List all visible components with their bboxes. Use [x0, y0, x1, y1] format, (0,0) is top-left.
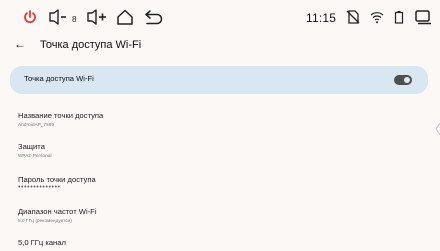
recent-apps-icon	[415, 10, 431, 25]
wifi-indicator	[370, 0, 384, 34]
row-title: Диапазон частот Wi-Fi	[18, 207, 97, 216]
no-sim-icon	[346, 10, 360, 24]
row-title: Защита	[18, 142, 45, 151]
battery-icon	[394, 11, 404, 24]
settings-row-5ghz-channel[interactable]: 5,0 ГГц канал	[18, 238, 418, 248]
row-subtitle: 5,0 ГГц (рекомендуется)	[18, 218, 73, 223]
power-icon	[24, 10, 36, 24]
row-title: 5,0 ГГц канал	[18, 238, 66, 247]
row-title: Название точки доступа	[18, 111, 104, 120]
back-nav-button[interactable]	[144, 0, 164, 34]
back-arrow-icon[interactable]: ←	[14, 37, 26, 51]
volume-down-button[interactable]	[48, 0, 68, 34]
row-subtitle: WPA2-Personal	[18, 153, 52, 158]
wifi-icon	[370, 12, 384, 24]
page-title: Точка доступа Wi-Fi	[40, 39, 142, 51]
volume-level: 8	[72, 15, 77, 24]
page-header: ← Точка доступа Wi-Fi	[0, 34, 440, 58]
status-bar: 8 11:15	[0, 0, 440, 34]
row-subtitle: AndroidAP_7599	[18, 122, 55, 127]
hotspot-switch[interactable]	[394, 75, 412, 85]
no-sim-indicator	[346, 0, 360, 34]
settings-row-security[interactable]: Защита WPA2-Personal	[18, 142, 418, 160]
battery-indicator	[394, 0, 404, 34]
settings-row-wifi-band[interactable]: Диапазон частот Wi-Fi 5,0 ГГц (рекоменду…	[18, 207, 418, 225]
volume-down-icon	[49, 9, 66, 25]
row-title: Пароль точки доступа	[18, 175, 96, 184]
switch-thumb	[404, 77, 410, 83]
edge-panel-handle[interactable]	[434, 122, 440, 136]
volume-up-button[interactable]	[86, 0, 108, 34]
password-dots: ••••••••••••••	[18, 184, 61, 191]
clock: 11:15	[306, 11, 337, 25]
power-button[interactable]	[22, 0, 38, 34]
recent-apps-button[interactable]	[414, 0, 432, 34]
volume-up-icon	[87, 9, 106, 25]
hotspot-toggle-label: Точка доступа Wi-Fi	[24, 74, 94, 83]
back-icon	[145, 10, 163, 25]
settings-row-password[interactable]: Пароль точки доступа ••••••••••••••	[18, 175, 418, 191]
home-button[interactable]	[116, 0, 134, 34]
hotspot-toggle-card[interactable]: Точка доступа Wi-Fi	[10, 66, 428, 94]
home-icon	[117, 9, 133, 25]
settings-row-hotspot-name[interactable]: Название точки доступа AndroidAP_7599	[18, 111, 418, 129]
